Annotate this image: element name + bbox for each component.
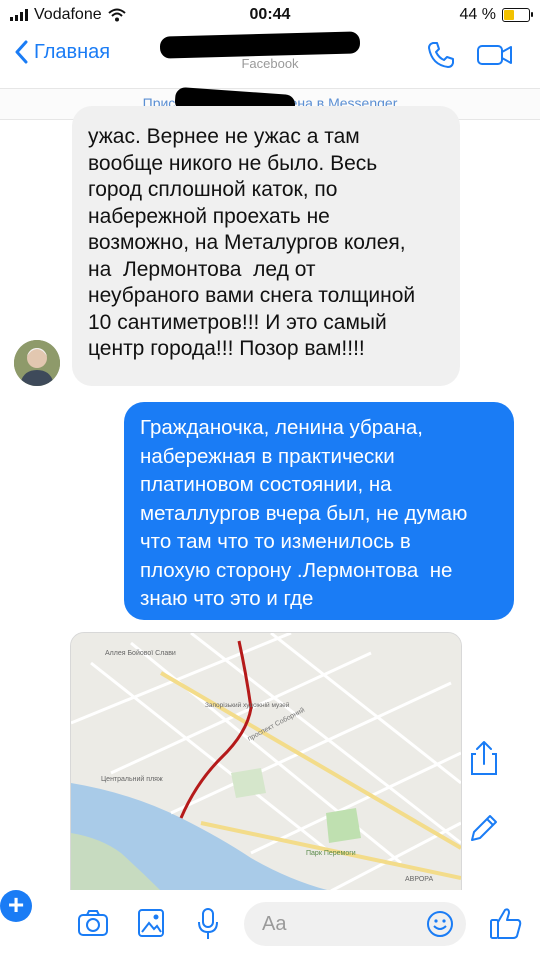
incoming-line: ужас. Вернее не ужас а там	[88, 125, 360, 148]
incoming-line: вообще никого не было. Весь	[88, 151, 378, 175]
sender-avatar[interactable]	[14, 340, 60, 386]
microphone-icon[interactable]	[194, 906, 222, 942]
camera-icon[interactable]	[76, 906, 110, 940]
status-bar: Vodafone 00:44 44 %	[0, 0, 540, 30]
photo-gallery-icon[interactable]	[136, 906, 166, 940]
outgoing-line: металлургов вчера был, не думаю	[140, 501, 468, 525]
add-button[interactable]: +	[0, 890, 32, 922]
emoji-icon[interactable]	[426, 910, 454, 938]
incoming-line: на Лермонтова лед от	[88, 257, 316, 281]
incoming-line: набережной проехать не	[88, 204, 330, 228]
battery-group: 44 %	[459, 6, 533, 24]
incoming-message-bubble[interactable]: ужас. Вернее не ужас а там вообще никого…	[72, 106, 460, 386]
outgoing-line: плохую сторону .Лермонтова не	[140, 558, 453, 582]
outgoing-line: что там что то изменилось в	[140, 530, 411, 553]
map-label: Запорізький художній музей	[205, 701, 290, 709]
map-label: Парк Перемоги	[306, 850, 356, 857]
conversation-subtitle: Facebook	[241, 56, 299, 71]
redacted-contact-name	[159, 31, 361, 59]
outgoing-line: набережная в практически	[140, 444, 395, 468]
incoming-line: центр города!!! Позор вам!!!!	[88, 337, 365, 360]
phone-call-icon[interactable]	[426, 40, 456, 70]
outgoing-line: платиновом состоянии, на	[140, 473, 392, 496]
map-label: Центральний пляж	[101, 775, 163, 783]
incoming-line: город сплошной каток, по	[88, 178, 338, 201]
battery-percent: 44 %	[459, 6, 496, 23]
like-thumbs-up-icon[interactable]	[488, 904, 524, 942]
incoming-line: неубраного вами снега толщиной	[88, 284, 416, 307]
outgoing-message-bubble[interactable]: Гражданочка, ленина убрана, набережная в…	[124, 402, 514, 620]
map-label: АВРОРА	[405, 876, 433, 883]
map-image: Аллея Бойової Слави Центральний пляж про…	[71, 633, 461, 891]
video-call-icon[interactable]	[476, 42, 514, 68]
map-image-message[interactable]: Аллея Бойової Слави Центральний пляж про…	[70, 632, 462, 892]
edit-pencil-icon[interactable]	[462, 806, 506, 850]
incoming-line: возможно, на Металургов колея,	[88, 231, 406, 254]
share-icon[interactable]	[462, 736, 506, 780]
map-label: Аллея Бойової Слави	[105, 649, 176, 657]
conversation-header: Главная Facebook	[0, 30, 540, 88]
message-composer: + Aa	[0, 890, 540, 960]
incoming-line: 10 сантиметров!!! И это самый	[88, 310, 387, 334]
outgoing-line: Гражданочка, ленина убрана,	[140, 416, 423, 439]
battery-icon	[502, 8, 533, 22]
outgoing-line: знаю что это и где	[140, 587, 314, 610]
